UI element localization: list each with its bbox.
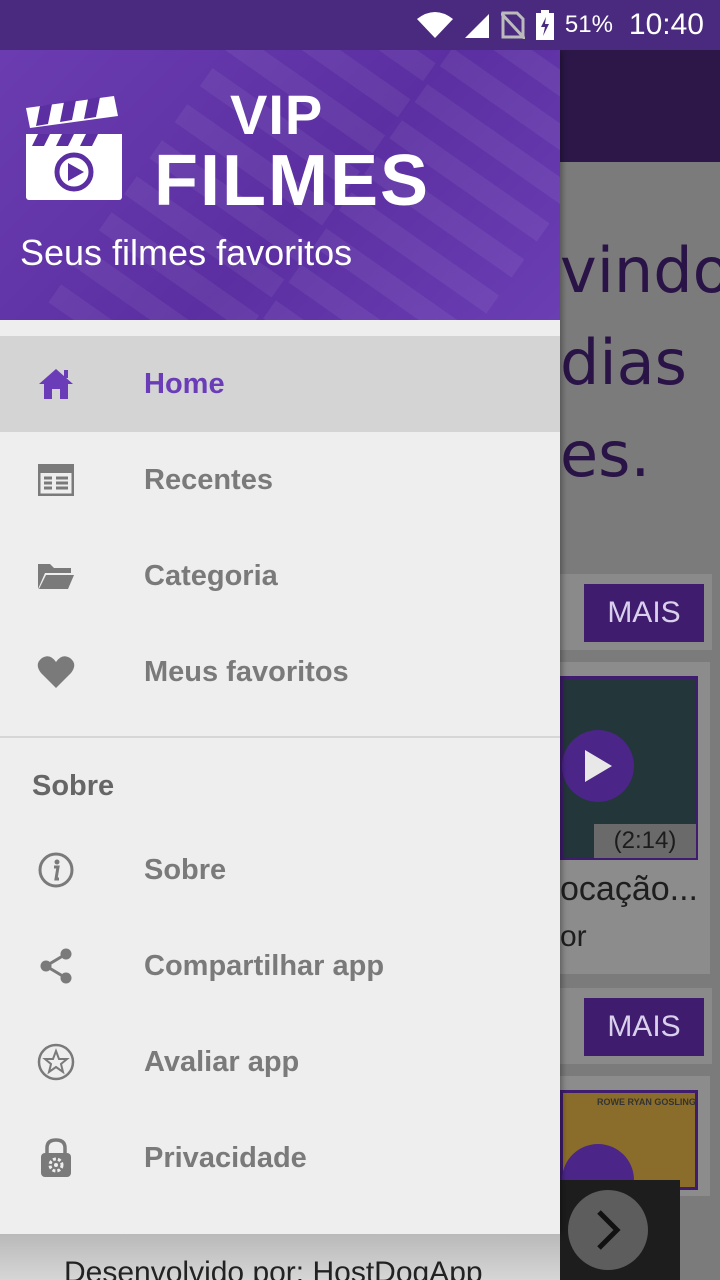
- developer-credit: Desenvolvido por: HostDogApp: [64, 1256, 483, 1280]
- drawer-menu: Home Recentes Categoria Meus favoritos S…: [0, 336, 560, 1206]
- menu-item-compartilhar[interactable]: Compartilhar app: [0, 918, 560, 1014]
- battery-percent: 51%: [564, 11, 613, 38]
- menu-item-label: Meus favoritos: [144, 655, 349, 688]
- clapperboard-logo-icon: [26, 96, 122, 200]
- star-icon: [36, 1043, 76, 1081]
- menu-item-label: Compartilhar app: [144, 949, 385, 982]
- menu-item-sobre[interactable]: Sobre: [0, 822, 560, 918]
- menu-item-label: Recentes: [144, 463, 273, 496]
- video-duration: (2:14): [594, 824, 696, 858]
- video-subtitle: or: [560, 920, 587, 953]
- next-button-container: [560, 1180, 680, 1280]
- menu-item-categoria[interactable]: Categoria: [0, 528, 560, 624]
- home-icon: [36, 366, 76, 402]
- menu-item-label: Home: [144, 367, 225, 400]
- share-icon: [36, 948, 76, 984]
- folder-icon: [36, 558, 76, 594]
- lock-icon: [36, 1138, 76, 1177]
- calendar-icon: [36, 462, 76, 498]
- wifi-icon: [416, 12, 453, 38]
- menu-item-privacidade[interactable]: Privacidade: [0, 1110, 560, 1206]
- info-icon: [36, 852, 76, 888]
- chevron-right-icon: [597, 1210, 621, 1250]
- welcome-text: vindo! dias es.: [560, 234, 720, 491]
- menu-item-avaliar[interactable]: Avaliar app: [0, 1014, 560, 1110]
- menu-item-label: Avaliar app: [144, 1045, 300, 1078]
- play-icon[interactable]: [562, 730, 634, 802]
- battery-charging-icon: [535, 10, 554, 40]
- app-tagline: Seus filmes favoritos: [20, 232, 353, 273]
- drawer-header: VIP FILMES Seus filmes favoritos: [0, 50, 560, 320]
- menu-item-favoritos[interactable]: Meus favoritos: [0, 624, 560, 720]
- section-title: Sobre: [32, 770, 115, 802]
- logo-text-line1: VIP: [230, 83, 324, 146]
- more-button[interactable]: MAIS: [584, 998, 704, 1056]
- logo-text-line2: FILMES: [154, 141, 430, 221]
- clock: 10:40: [628, 8, 704, 41]
- signal-icon: [464, 14, 489, 38]
- menu-item-label: Privacidade: [144, 1141, 307, 1174]
- more-button[interactable]: MAIS: [584, 584, 704, 642]
- heart-icon: [36, 654, 76, 690]
- menu-item-label: Categoria: [144, 559, 278, 592]
- menu-item-label: Sobre: [144, 853, 227, 886]
- menu-item-home[interactable]: Home: [0, 336, 560, 432]
- developer-footer: Desenvolvido por: HostDogApp: [0, 1234, 560, 1280]
- menu-divider: [0, 736, 560, 738]
- no-sim-icon: [500, 11, 525, 39]
- status-bar: 51% 10:40: [0, 0, 720, 50]
- video-title: ocação...: [560, 870, 698, 908]
- navigation-drawer: VIP FILMES Seus filmes favoritos Home Re…: [0, 50, 560, 1234]
- next-button[interactable]: [568, 1190, 648, 1270]
- menu-item-recentes[interactable]: Recentes: [0, 432, 560, 528]
- poster-credits: ROWE RYAN GOSLING: [597, 1097, 696, 1107]
